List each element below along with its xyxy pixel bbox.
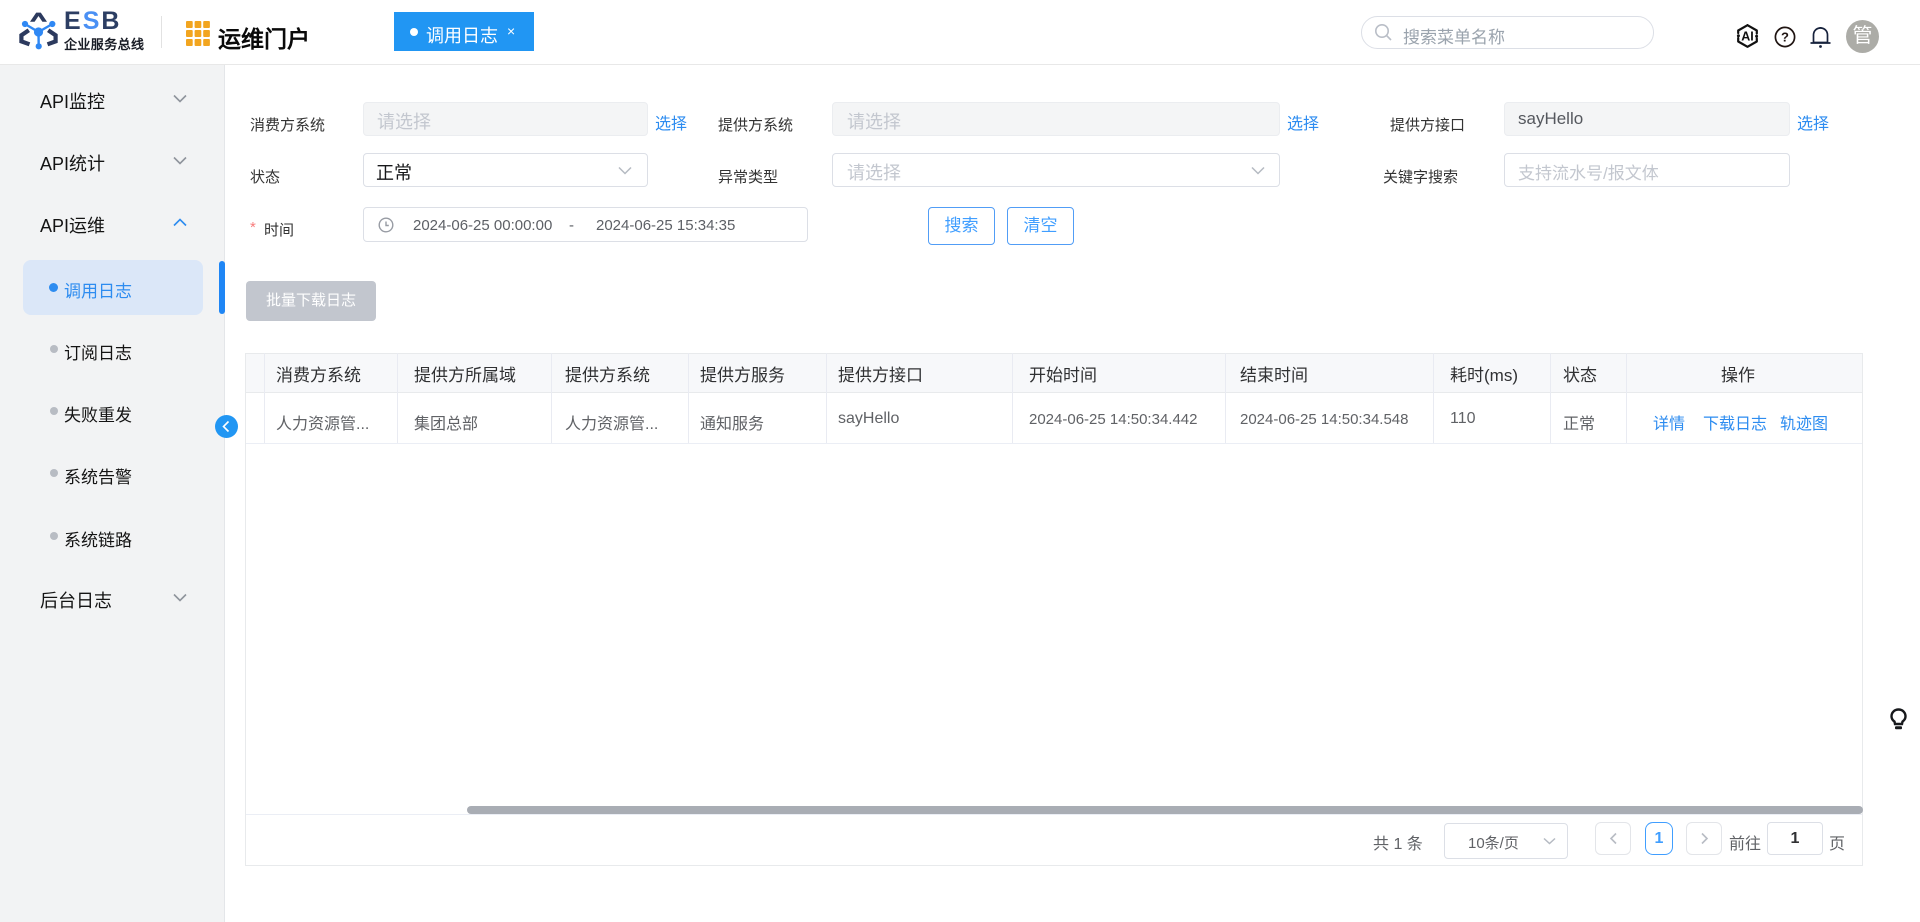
svg-text:?: ? — [1781, 30, 1789, 45]
svg-text:AI: AI — [1741, 29, 1754, 43]
